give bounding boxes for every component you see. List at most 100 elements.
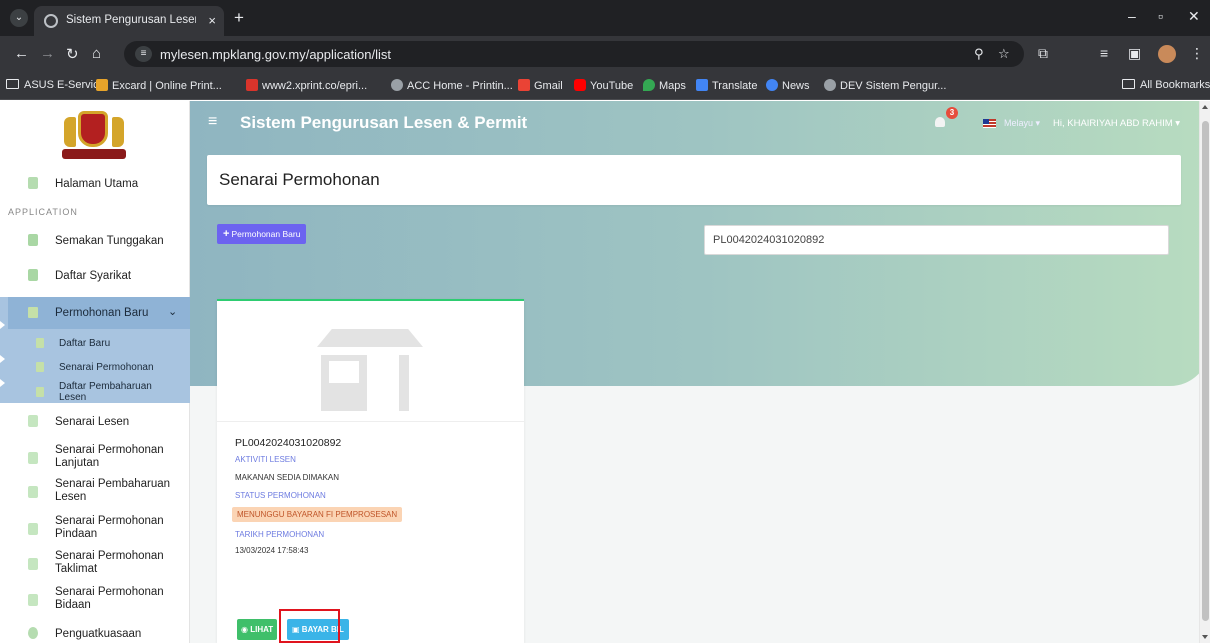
gmail-icon [518,79,530,91]
application-card: PL0042024031020892 AKTIVITI LESEN MAKANA… [217,299,524,643]
highlight-box [279,609,340,643]
bell-icon[interactable] [935,117,945,127]
scroll-up-icon[interactable] [1202,105,1208,109]
list-icon [28,558,38,570]
reading-list-icon[interactable]: ≡ [1100,45,1108,61]
browser-toolbar: ← → ↻ ⌂ ≡ mylesen.mpklang.gov.my/applica… [0,36,1210,72]
document-icon [36,362,44,372]
list-icon [28,415,38,427]
user-menu[interactable]: Hi, KHAIRIYAH ABD RAHIM ▾ [1053,118,1180,129]
list-icon [28,523,38,535]
application-number: PL0042024031020892 [235,437,342,449]
sidebar-subitem-senarai-permohonan[interactable]: Senarai Permohonan [0,361,190,373]
document-icon [28,269,38,281]
sidebar-subitem-daftar-baru[interactable]: Daftar Baru [0,337,190,349]
sidebar-item-semakan-tunggakan[interactable]: Semakan Tunggakan [0,234,190,250]
close-window-icon[interactable]: ✕ [1188,8,1200,25]
view-button[interactable]: ◉ LIHAT [237,619,278,640]
bookmark-item[interactable]: ASUS E-Service [6,79,105,91]
status-label: STATUS PERMOHONAN [235,491,326,500]
plus-icon: + [223,228,230,240]
shop-icon [317,329,423,411]
scrollbar-thumb[interactable] [1202,121,1209,621]
status-badge: MENUNGGU BAYARAN FI PEMPROSESAN [232,507,403,522]
page-title-card: Senarai Permohonan [207,155,1181,205]
site-info-icon[interactable]: ≡ [135,46,152,62]
sidebar-subitem-daftar-pembaharuan[interactable]: Daftar Pembaharuan Lesen [0,381,190,403]
list-icon [28,307,38,318]
sidebar-item-pembaharuan-lesen[interactable]: Senarai Pembaharuan Lesen [0,478,190,506]
sidebar-item-permohonan-bidaan[interactable]: Senarai Permohonan Bidaan [0,586,190,614]
side-panel-icon[interactable]: ▣ [1128,45,1141,62]
xprint-icon [246,79,258,91]
tab-title: Sistem Pengurusan Lesen & Per [66,14,196,26]
bookmark-item[interactable]: YouTube [574,79,633,92]
youtube-icon [574,79,586,91]
more-menu-icon[interactable]: ⋮ [1190,45,1204,62]
sidebar-item-penguatkuasaan[interactable]: Penguatkuasaan [0,627,190,643]
date-value: 13/03/2024 17:58:43 [235,546,309,555]
page-scrollbar[interactable] [1199,101,1210,643]
activity-value: MAKANAN SEDIA DIMAKAN [235,473,340,482]
reload-icon[interactable]: ↻ [66,45,79,63]
language-dropdown[interactable]: Melayu ▾ [1004,118,1040,129]
page-title: Senarai Permohonan [219,170,380,189]
globe-icon [824,79,836,91]
app-title: Sistem Pengurusan Lesen & Permit [240,113,528,132]
new-application-button[interactable]: + Permohonan Baru [217,224,307,244]
bookmark-item[interactable]: Gmail [518,79,563,92]
date-label: TARIKH PERMOHONAN [235,530,325,539]
sidebar-group-permohonan-baru: Permohonan Baru ⌄ Daftar Baru Senarai Pe… [0,297,190,403]
browser-tab[interactable]: Sistem Pengurusan Lesen & Per × [34,6,224,36]
tab-search-icon[interactable]: ⌄ [10,9,28,27]
card-divider [217,421,524,422]
sidebar-item-permohonan-pindaan[interactable]: Senarai Permohonan Pindaan [0,515,190,543]
new-tab-icon[interactable]: + [234,8,244,28]
users-icon [28,627,38,639]
extensions-icon[interactable]: ⧉ [1038,45,1048,62]
zoom-icon[interactable]: ⚲ [974,46,984,62]
search-input[interactable] [704,225,1169,255]
sidebar-item-permohonan-taklimat[interactable]: Senarai Permohonan Taklimat [0,550,190,578]
chevron-down-icon: ⌄ [168,306,178,318]
restore-icon[interactable]: ▫ [1158,8,1163,24]
bookmarks-bar: ASUS E-Service Excard | Online Print... … [0,72,1210,100]
sidebar-section-label: APPLICATION [8,207,78,217]
bookmark-item[interactable]: ACC Home - Printin... [391,79,513,92]
profile-avatar[interactable] [1158,45,1176,63]
activity-label: AKTIVITI LESEN [235,455,296,464]
forward-icon[interactable]: → [40,45,55,62]
scroll-down-icon[interactable] [1202,635,1208,639]
bookmark-item[interactable]: Maps [643,79,686,92]
minimize-icon[interactable]: – [1128,8,1136,24]
caret-right-icon [0,321,5,329]
bookmark-item[interactable]: www2.xprint.co/epri... [246,79,367,92]
globe-icon [391,79,403,91]
back-icon[interactable]: ← [14,45,29,62]
excard-icon [96,79,108,91]
close-tab-icon[interactable]: × [208,13,216,28]
folder-icon [1122,79,1135,89]
sidebar-item-home[interactable]: Halaman Utama [0,177,190,193]
sidebar-item-permohonan-baru[interactable]: Permohonan Baru ⌄ [8,297,190,329]
sidebar-item-permohonan-lanjutan[interactable]: Senarai Permohonan Lanjutan [0,444,190,472]
url-text: mylesen.mpklang.gov.my/application/list [160,47,391,62]
hamburger-menu-icon[interactable]: ≡ [208,113,217,131]
list-icon [28,452,38,464]
all-bookmarks[interactable]: All Bookmarks [1122,79,1210,91]
notification-badge: 3 [946,107,958,119]
bookmark-star-icon[interactable]: ☆ [998,46,1010,62]
browser-tab-bar: ⌄ Sistem Pengurusan Lesen & Per × + – ▫ … [0,0,1210,36]
bookmark-item[interactable]: Translate [696,79,757,92]
bookmark-item[interactable]: Excard | Online Print... [96,79,222,92]
folder-icon [6,79,19,89]
sidebar-item-daftar-syarikat[interactable]: Daftar Syarikat [0,269,190,285]
sidebar-item-senarai-lesen[interactable]: Senarai Lesen [0,415,190,431]
bookmark-item[interactable]: DEV Sistem Pengur... [824,79,946,92]
address-bar[interactable]: ≡ mylesen.mpklang.gov.my/application/lis… [124,41,1024,67]
home-icon [28,177,38,189]
list-icon [28,486,38,498]
bookmark-item[interactable]: News [766,79,810,92]
home-icon[interactable]: ⌂ [92,45,101,62]
list-icon [28,594,38,606]
